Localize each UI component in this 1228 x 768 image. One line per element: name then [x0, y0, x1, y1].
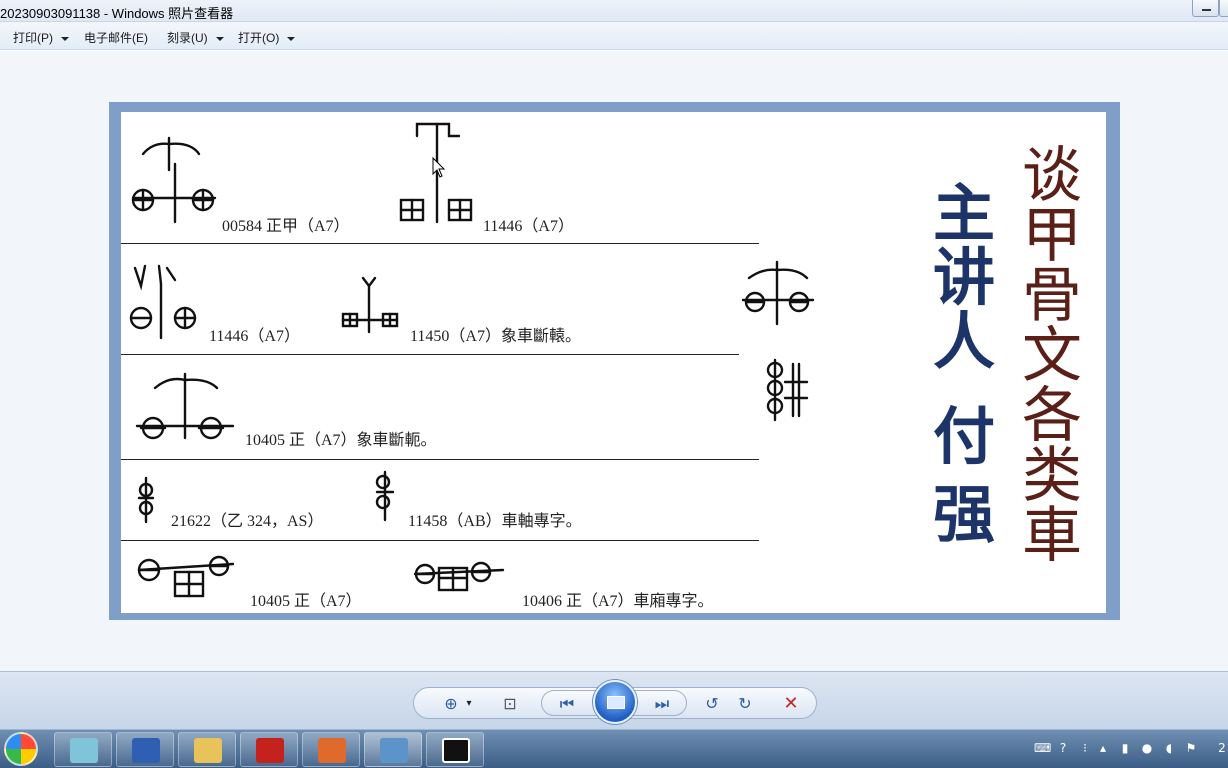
- oracle-chariot-glyph: [129, 264, 197, 340]
- caption-10405-b: 10405 正（A7）: [250, 593, 362, 610]
- row-divider: [121, 354, 739, 355]
- chevron-down-icon[interactable]: [287, 36, 296, 41]
- fit-window-button[interactable]: ⊡: [499, 694, 521, 714]
- oracle-chariot-glyph: [741, 260, 815, 326]
- powerpoint-icon: [318, 738, 346, 763]
- row-divider: [121, 459, 759, 460]
- action-center-flag-icon[interactable]: ⚑: [1184, 741, 1198, 755]
- slideshow-button[interactable]: [593, 680, 637, 724]
- caption-10406: 10406 正（A7）車廂專字。: [522, 593, 714, 610]
- mouse-cursor-icon: [432, 157, 446, 178]
- notepad-icon: [70, 738, 98, 763]
- caption-11458: 11458（AB）車軸專字。: [408, 513, 582, 530]
- caption-11446-a: 11446（A7）: [483, 218, 574, 235]
- fit-window-icon: ⊡: [503, 694, 517, 713]
- oracle-chariot-glyph: [135, 372, 235, 440]
- oracle-chariot-glyph: [413, 561, 505, 592]
- slideshow-icon: [607, 696, 625, 709]
- speaker-volume-icon[interactable]: ◖: [1162, 741, 1176, 755]
- oracle-chariot-glyph: [766, 358, 809, 422]
- chevron-down-icon[interactable]: [61, 36, 69, 41]
- input-method-icon[interactable]: ⁝: [1078, 741, 1092, 755]
- taskbar-powerpoint[interactable]: [302, 732, 360, 767]
- minimize-button[interactable]: [1192, 0, 1219, 17]
- oracle-chariot-glyph: [137, 476, 155, 524]
- oracle-chariot-glyph: [137, 555, 235, 598]
- menu-open[interactable]: 打开(O): [238, 29, 296, 46]
- viewer-control-bar: ⊕ ▾ ⊡ ⏮ ⏭ ↺ ↻ ✕: [0, 671, 1228, 729]
- zoom-icon: ⊕: [444, 694, 458, 713]
- oracle-chariot-glyph: [131, 136, 217, 224]
- start-button[interactable]: [4, 732, 38, 766]
- minimize-icon: [1202, 9, 1211, 11]
- rotate-counterclockwise-icon: ↺: [705, 694, 719, 713]
- pdf-reader-icon: [256, 738, 284, 763]
- caption-10405-a: 10405 正（A7）象車斷軛。: [245, 432, 437, 449]
- rotate-clockwise-icon: ↻: [738, 694, 752, 713]
- speaker-label: 主讲人: [932, 177, 995, 378]
- window-titlebar: 20230903091138 - Windows 照片查看器: [0, 0, 1228, 22]
- delete-button[interactable]: ✕: [780, 694, 802, 714]
- taskbar: ⌨ ? ⁝ ▴ ▮ ● ◖ ⚑ 2: [0, 729, 1228, 768]
- previous-button[interactable]: ⏮: [556, 694, 578, 714]
- next-icon: ⏭: [654, 694, 670, 713]
- lecture-title: 谈甲骨文各类車: [1022, 141, 1082, 571]
- rotate-clockwise-button[interactable]: ↻: [734, 694, 756, 714]
- photo-viewer-icon: [380, 738, 408, 763]
- qq-icon[interactable]: ●: [1140, 741, 1154, 755]
- zoom-button[interactable]: ⊕: [440, 694, 462, 714]
- system-tray: ⌨ ? ⁝ ▴ ▮ ● ◖ ⚑ 2: [1018, 730, 1228, 768]
- help-icon[interactable]: ?: [1056, 741, 1070, 755]
- taskbar-video-recorder[interactable]: [426, 732, 484, 767]
- taskbar-word[interactable]: [116, 732, 174, 767]
- menu-bar: 打印(P) 电子邮件(E) 刻录(U) 打开(O): [0, 22, 1228, 50]
- menu-burn[interactable]: 刻录(U): [167, 29, 224, 46]
- menu-email[interactable]: 电子邮件(E): [84, 29, 148, 46]
- photo-frame: 00584 正甲（A7） 11446（A7） 11446（A7） 11450（A…: [109, 102, 1120, 620]
- word-icon: [132, 738, 160, 763]
- menu-email-label: 电子邮件(E): [84, 31, 148, 45]
- device-icon[interactable]: ▮: [1118, 741, 1132, 755]
- video-recorder-icon: [442, 738, 470, 763]
- menu-print-label: 打印(P): [13, 31, 53, 45]
- clock[interactable]: 2: [1216, 741, 1228, 755]
- taskbar-notepad[interactable]: [54, 732, 112, 767]
- caption-11450: 11450（A7）象車斷轅。: [410, 328, 581, 345]
- rotate-counterclockwise-button[interactable]: ↺: [701, 694, 723, 714]
- caption-11446-b: 11446（A7）: [209, 328, 300, 345]
- delete-icon: ✕: [783, 693, 799, 714]
- oracle-chariot-glyph: [375, 470, 395, 522]
- taskbar-photo-viewer[interactable]: [364, 732, 422, 767]
- taskbar-pdf-reader[interactable]: [240, 732, 298, 767]
- previous-icon: ⏮: [559, 694, 575, 713]
- chevron-down-icon[interactable]: ▾: [464, 694, 474, 714]
- window-title: 20230903091138 - Windows 照片查看器: [0, 6, 234, 21]
- caption-00584: 00584 正甲（A7）: [222, 218, 350, 235]
- row-divider: [121, 540, 759, 541]
- row-divider: [121, 243, 759, 244]
- displayed-photo[interactable]: 00584 正甲（A7） 11446（A7） 11446（A7） 11450（A…: [121, 112, 1106, 613]
- keyboard-icon[interactable]: ⌨: [1034, 741, 1051, 755]
- menu-burn-label: 刻录(U): [167, 31, 208, 45]
- taskbar-file-explorer[interactable]: [178, 732, 236, 767]
- menu-print[interactable]: 打印(P): [13, 29, 69, 46]
- speaker-name: 付强: [932, 400, 995, 551]
- show-hidden-icons-icon[interactable]: ▴: [1096, 741, 1110, 755]
- oracle-chariot-glyph: [341, 276, 399, 334]
- maximize-button[interactable]: [1219, 0, 1228, 17]
- caption-21622: 21622（乙 324，AS）: [171, 513, 324, 530]
- menu-open-label: 打开(O): [238, 31, 280, 45]
- file-explorer-icon: [194, 738, 222, 763]
- chevron-down-icon[interactable]: [215, 36, 224, 41]
- photo-viewer-area: 00584 正甲（A7） 11446（A7） 11446（A7） 11450（A…: [0, 51, 1228, 671]
- next-button[interactable]: ⏭: [651, 694, 673, 714]
